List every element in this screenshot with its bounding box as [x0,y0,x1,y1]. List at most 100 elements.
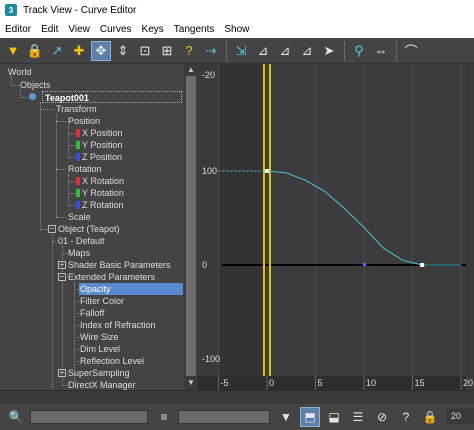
show-keys-icon[interactable]: ⊿ [297,41,317,61]
zoom-region-icon[interactable]: ▼ [276,407,296,427]
y-axis-marker-icon [76,189,80,197]
x-axis-marker-icon [76,129,80,137]
tree-item-opacity[interactable]: Opacity [79,283,183,295]
add-keys-icon[interactable]: ✚ [69,41,89,61]
tree-item-reflection-level[interactable]: Reflection Level [80,355,144,367]
lock-tangents-icon[interactable]: ⊿ [275,41,295,61]
tree-item-material[interactable]: 01 - Default [58,235,105,247]
expand-shader-icon[interactable]: + [58,261,66,269]
x-tick-label: 0 [269,378,274,388]
y-axis-marker-icon [76,141,80,149]
scroll-up-icon[interactable]: ▲ [187,65,195,74]
selection-field[interactable] [30,410,148,424]
menu-curves[interactable]: Curves [95,24,137,35]
scroll-down-icon[interactable]: ▼ [187,378,195,387]
tree-item-falloff[interactable]: Falloff [80,307,104,319]
bottom-toolbar: 🔍 ≡ ▼ ⬒ ⬓ ☰ ⊘ ? 🔒 [0,404,474,430]
region-icon[interactable]: ⊞ [157,41,177,61]
menu-bar: Editor Edit View Curves Keys Tangents Sh… [0,20,474,38]
corner-label: -20 [202,70,215,80]
move-keys-icon[interactable]: ↗ [47,41,67,61]
x-axis-marker-icon [76,177,80,185]
x-tick-label: -5 [221,378,229,388]
expand-supersampling-icon[interactable]: + [58,369,66,377]
tangent-handle [363,263,366,266]
tree-item-supersampling[interactable]: SuperSampling [68,367,130,379]
tree-scrollbar[interactable]: ▲ ▼ [184,64,198,390]
zoom-horizontal-icon[interactable]: ⬓ [324,407,344,427]
snap-frames-icon[interactable]: ⊿ [253,41,273,61]
curve-svg[interactable]: 100 0 -100 -20 -5 0 5 10 15 20 [198,64,474,390]
toolbar: ▼ 🔒 ↗ ✚ ✥ ⇕ ⊡ ⊞ ? ⇢ ⇲ ⊿ ⊿ ⊿ ➤ ⚲ ⇔ ⌒ [0,38,474,64]
set-tangents-auto-icon[interactable]: ? [179,41,199,61]
menu-editor[interactable]: Editor [0,24,36,35]
select-icon[interactable]: ➤ [319,41,339,61]
tree-item-label: Z Rotation [82,200,124,210]
curve-linear-icon[interactable]: ⌒ [401,41,421,61]
tree-item-objects[interactable]: Objects [20,79,51,91]
tree-item-label: X Position [82,128,123,138]
lock-icon[interactable]: 🔒 [420,407,440,427]
menu-view[interactable]: View [63,24,95,35]
tree-item-label: X Rotation [82,176,125,186]
tree-item-position[interactable]: Position [68,115,100,127]
lock-selection-icon[interactable]: 🔒 [25,41,45,61]
menu-keys[interactable]: Keys [137,24,169,35]
zoom-extents-icon[interactable]: ⬒ [300,407,320,427]
curve-graph[interactable]: 100 0 -100 -20 -5 0 5 10 15 20 [198,64,474,390]
tree-item-maps[interactable]: Maps [68,247,90,259]
curve-key [420,263,425,267]
pan-icon[interactable]: ⇲ [231,41,251,61]
tree-item-x-rotation[interactable]: X Rotation [76,175,124,187]
y-tick-label: 100 [202,166,217,176]
zoom-icon[interactable]: 🔍 [6,407,26,427]
tree-item-x-position[interactable]: X Position [76,127,123,139]
window-title: Track View - Curve Editor [23,4,137,16]
tree-item-y-position[interactable]: Y Position [76,139,122,151]
tree-item-object-teapot[interactable]: Object (Teapot) [58,223,120,235]
z-axis-marker-icon [76,201,80,209]
tree-item-index-of-refraction[interactable]: Index of Refraction [80,319,156,331]
tree-item-scale[interactable]: Scale [68,211,91,223]
parameter-curve-icon[interactable]: ⚲ [349,41,369,61]
frame-field[interactable]: 20 [447,408,474,424]
x-tick-label: 5 [318,378,323,388]
tree-item-transform[interactable]: Transform [56,103,97,115]
controller-tree: − + − + World Objects Teapot001 Transfor… [0,64,184,390]
filter-list-icon[interactable]: ≡ [154,407,174,427]
toolbar-separator [226,40,228,61]
menu-edit[interactable]: Edit [36,24,63,35]
isolate-icon[interactable]: ⊘ [372,407,392,427]
menu-show[interactable]: Show [219,24,254,35]
scale-keys-icon[interactable]: ⇕ [113,41,133,61]
tree-item-label: Y Rotation [82,188,124,198]
tree-item-wire-size[interactable]: Wire Size [80,331,119,343]
tree-item-world[interactable]: World [8,66,31,78]
slide-keys-icon[interactable]: ✥ [91,40,111,61]
scrollbar-thumb[interactable] [186,76,196,376]
tree-item-extended-params[interactable]: Extended Parameters [68,271,155,283]
tree-item-z-rotation[interactable]: Z Rotation [76,199,124,211]
zoom-value-icon[interactable]: ☰ [348,407,368,427]
tree-item-rotation[interactable]: Rotation [68,163,102,175]
tree-item-dim-level[interactable]: Dim Level [80,343,120,355]
tree-item-shader-basic[interactable]: Shader Basic Parameters [68,259,171,271]
tree-item-filter-color[interactable]: Filter Color [80,295,124,307]
collapse-object-icon[interactable]: − [48,225,56,233]
help-icon[interactable]: ? [396,407,416,427]
collapse-extended-icon[interactable]: − [58,273,66,281]
name-field[interactable] [178,410,270,424]
set-tangents-custom-icon[interactable]: ⇢ [201,41,221,61]
tangent-icon[interactable]: ⇔ [371,41,391,61]
graph-vertical-scrollbar[interactable] [466,64,474,378]
tree-item-label: Y Position [82,140,123,150]
tree-item-y-rotation[interactable]: Y Rotation [76,187,124,199]
tree-item-teapot001[interactable]: Teapot001 [42,91,182,103]
scale-values-icon[interactable]: ⊡ [135,41,155,61]
horizontal-scrollbar[interactable] [0,390,474,404]
tree-item-z-position[interactable]: Z Position [76,151,122,163]
tree-item-directx-manager[interactable]: DirectX Manager [68,379,136,390]
filter-icon[interactable]: ▼ [3,41,23,61]
time-ruler [198,376,466,390]
menu-tangents[interactable]: Tangents [169,24,220,35]
